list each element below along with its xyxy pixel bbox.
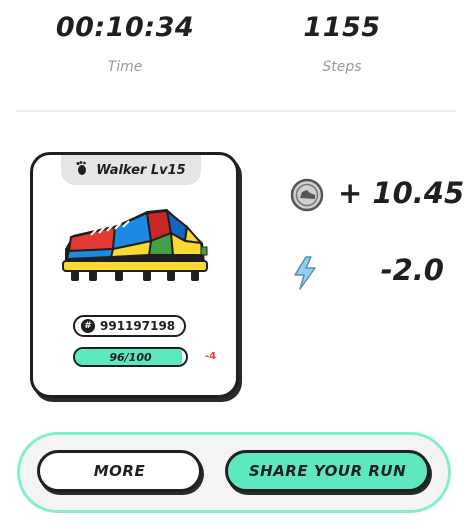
footprint-icon <box>76 161 88 179</box>
sneaker-type-label: Walker Lv15 <box>96 162 186 178</box>
durability-bar: 96/100 <box>73 347 188 367</box>
sneaker-coin-icon <box>290 178 324 216</box>
time-label: Time <box>107 59 143 75</box>
steps-label: Steps <box>322 59 362 75</box>
sneaker-type-tag: Walker Lv15 <box>61 155 201 185</box>
energy-cost: -2.0 <box>380 253 444 287</box>
sneaker-image <box>62 208 208 281</box>
divider <box>16 110 456 112</box>
share-run-button[interactable]: SHARE YOUR RUN <box>225 450 430 492</box>
steps-stat: 1155 Steps <box>262 12 422 75</box>
durability-text: 96/100 <box>109 350 152 364</box>
steps-value: 1155 <box>303 12 381 43</box>
gst-reward: + 10.45 <box>338 176 465 210</box>
time-stat: 00:10:34 Time <box>45 12 205 75</box>
more-button[interactable]: MORE <box>37 450 202 492</box>
lightning-bolt-icon <box>292 255 318 295</box>
hash-icon: # <box>81 319 95 333</box>
sneaker-card[interactable]: Walker Lv15 # 991197198 96/100 -4 <box>30 152 239 398</box>
time-value: 00:10:34 <box>55 12 195 43</box>
sneaker-id: 991197198 <box>100 319 176 333</box>
durability-delta: -4 <box>205 351 217 362</box>
sneaker-id-pill: # 991197198 <box>73 315 186 337</box>
action-bar: MORE SHARE YOUR RUN <box>17 432 451 513</box>
